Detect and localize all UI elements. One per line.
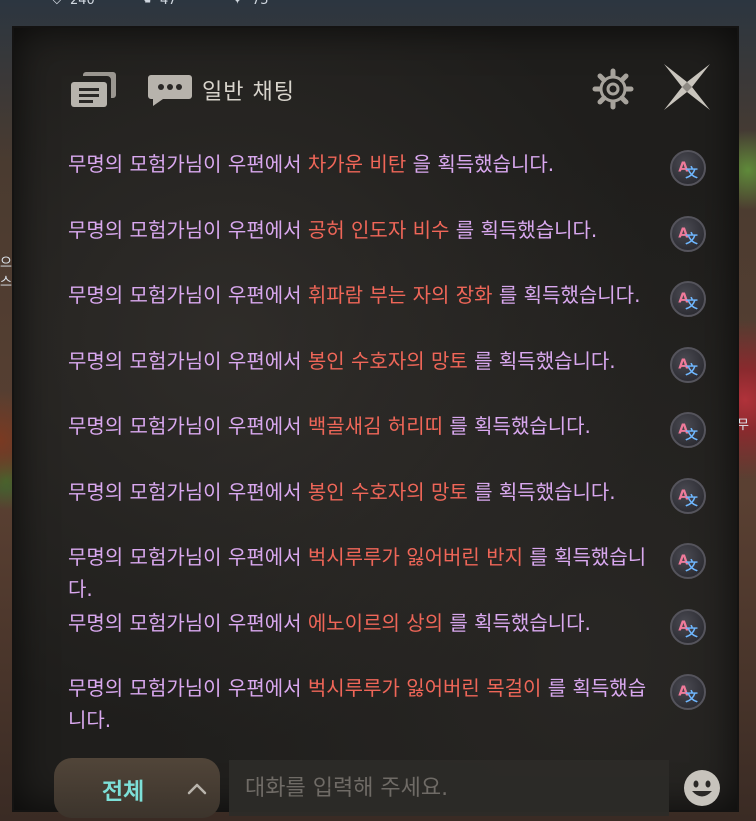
- message-prefix: 무명의 모험가님이 우편에서: [68, 348, 308, 373]
- chat-message-text: 무명의 모험가님이 우편에서 백골새김 허리띠 를 획득했습니다.: [68, 410, 658, 442]
- translate-icon[interactable]: A文: [670, 674, 706, 710]
- item-name-link[interactable]: 에노이르의 상의: [308, 611, 443, 635]
- chat-message: 무명의 모험가님이 우편에서 백골새김 허리띠 를 획득했습니다. A 文: [68, 410, 728, 474]
- chat-header: 일반 채팅: [14, 28, 737, 128]
- item-name-link[interactable]: 벅시루루가 잃어버린 반지: [308, 545, 523, 569]
- message-prefix: 무명의 모험가님이 우편에서: [68, 217, 308, 242]
- chat-message-text: 무명의 모험가님이 우편에서 에노이르의 상의 를 획득했습니다.: [68, 607, 658, 639]
- message-prefix: 무명의 모험가님이 우편에서: [68, 610, 308, 635]
- hud-stat-2: 47: [160, 0, 177, 8]
- chat-title: 일반 채팅: [202, 80, 295, 105]
- gear-icon[interactable]: [592, 68, 634, 110]
- chat-scope-button[interactable]: 전체: [54, 758, 220, 818]
- translate-icon[interactable]: A文: [670, 281, 706, 317]
- item-name-link[interactable]: 봉인 수호자의 망토: [308, 349, 468, 373]
- message-suffix: 를 획득했습니다.: [467, 479, 616, 504]
- svg-text:文: 文: [685, 689, 698, 704]
- chat-message: 무명의 모험가님이 우편에서 공허 인도자 비수 를 획득했습니다. A 文: [68, 214, 728, 278]
- svg-text:文: 文: [685, 165, 698, 180]
- chat-message-text: 무명의 모험가님이 우편에서 봉인 수호자의 망토 를 획득했습니다.: [68, 345, 658, 377]
- translate-icon[interactable]: A文: [670, 150, 706, 186]
- message-suffix: 를 획득했습니다.: [443, 610, 591, 635]
- chat-message: 무명의 모험가님이 우편에서 에노이르의 상의 를 획득했습니다. A 文: [68, 607, 728, 671]
- hud-star-icon: ✦: [232, 0, 243, 8]
- close-icon[interactable]: [660, 60, 714, 114]
- chat-panel: 일반 채팅 무명의 모험가님이 우편에서 차가운 비탄 을 획득했습니다. A …: [12, 26, 739, 818]
- chat-message: 무명의 모험가님이 우편에서 휘파람 부는 자의 장화 를 획득했습니다. A 文: [68, 279, 728, 343]
- message-prefix: 무명의 모험가님이 우편에서: [68, 676, 308, 700]
- chat-message: 무명의 모험가님이 우편에서 벅시루루가 잃어버린 목걸이 를 획득했습니다. A…: [68, 672, 728, 736]
- translate-icon[interactable]: A文: [670, 608, 706, 645]
- item-name-link[interactable]: 휘파람 부는 자의 장화: [308, 283, 493, 307]
- chat-message-text: 무명의 모험가님이 우편에서 벅시루루가 잃어버린 목걸이 를 획득했습니다.: [68, 672, 658, 736]
- translate-icon[interactable]: A文: [670, 412, 706, 448]
- message-suffix: 를 획득했습니다.: [467, 348, 616, 373]
- world-label-right: 무: [737, 418, 749, 433]
- item-name-link[interactable]: 공허 인도자 비수: [308, 218, 450, 242]
- translate-icon[interactable]: A文: [670, 215, 706, 252]
- chat-input[interactable]: [229, 760, 669, 816]
- hud-stat-3: 75: [252, 0, 269, 8]
- message-prefix: 무명의 모험가님이 우편에서: [68, 479, 308, 504]
- svg-text:文: 文: [685, 558, 698, 573]
- translate-icon[interactable]: A文: [670, 543, 706, 579]
- message-suffix: 를 획득했습니다.: [449, 217, 598, 242]
- chat-message: 무명의 모험가님이 우편에서 차가운 비탄 을 획득했습니다. A 文: [68, 148, 728, 212]
- message-prefix: 무명의 모험가님이 우편에서: [68, 152, 308, 176]
- hud-shield-icon: ⛉: [52, 0, 62, 8]
- smiley-icon[interactable]: [682, 768, 722, 808]
- message-suffix: 를 획득했습니다.: [492, 283, 641, 307]
- hud-top-strip: ⛉ 240 ☚ 47 ✦ 75: [0, 0, 756, 14]
- hud-stat-1: 240: [70, 0, 95, 8]
- item-name-link[interactable]: 백골새김 허리띠: [308, 414, 443, 438]
- chat-message: 무명의 모험가님이 우편에서 봉인 수호자의 망토 를 획득했습니다. A 文: [68, 476, 728, 540]
- message-prefix: 무명의 모험가님이 우편에서: [68, 545, 308, 569]
- message-suffix: 을 획득했습니다.: [406, 152, 555, 176]
- chat-message: 무명의 모험가님이 우편에서 봉인 수호자의 망토 를 획득했습니다. A 文: [68, 345, 728, 409]
- translate-icon[interactable]: A文: [670, 477, 706, 514]
- message-suffix: 를 획득했습니다.: [443, 414, 591, 438]
- translate-icon[interactable]: A文: [670, 346, 706, 383]
- chat-message-text: 무명의 모험가님이 우편에서 벅시루루가 잃어버린 반지 를 획득했습니다.: [68, 541, 658, 605]
- hud-hand-icon: ☚: [140, 0, 152, 8]
- chat-message-text: 무명의 모험가님이 우편에서 공허 인도자 비수 를 획득했습니다.: [68, 214, 658, 246]
- chat-message-text: 무명의 모험가님이 우편에서 휘파람 부는 자의 장화 를 획득했습니다.: [68, 279, 658, 311]
- chat-message: 무명의 모험가님이 우편에서 벅시루루가 잃어버린 반지 를 획득했습니다. A 文: [68, 541, 728, 605]
- chat-footer: 전체: [54, 756, 734, 818]
- item-name-link[interactable]: 봉인 수호자의 망토: [308, 480, 468, 504]
- speech-bubble-icon: [147, 73, 193, 107]
- svg-text:文: 文: [685, 492, 698, 507]
- chat-message-list[interactable]: 무명의 모험가님이 우편에서 차가운 비탄 을 획득했습니다. A 文 무명의 모험가…: [68, 148, 728, 748]
- svg-text:文: 文: [685, 427, 698, 442]
- chevron-up-icon: [187, 783, 207, 795]
- svg-text:文: 文: [685, 230, 698, 245]
- svg-text:文: 文: [685, 296, 698, 311]
- chat-message-text: 무명의 모험가님이 우편에서 차가운 비탄 을 획득했습니다.: [68, 148, 658, 180]
- svg-text:文: 文: [685, 361, 698, 376]
- message-prefix: 무명의 모험가님이 우편에서: [68, 283, 308, 307]
- svg-text:文: 文: [685, 623, 698, 638]
- chat-list-icon[interactable]: [69, 68, 119, 110]
- item-name-link[interactable]: 벅시루루가 잃어버린 목걸이: [308, 676, 542, 700]
- chat-message-text: 무명의 모험가님이 우편에서 봉인 수호자의 망토 를 획득했습니다.: [68, 476, 658, 508]
- chat-scope-label: 전체: [102, 779, 145, 805]
- item-name-link[interactable]: 차가운 비탄: [308, 152, 406, 176]
- message-prefix: 무명의 모험가님이 우편에서: [68, 414, 308, 438]
